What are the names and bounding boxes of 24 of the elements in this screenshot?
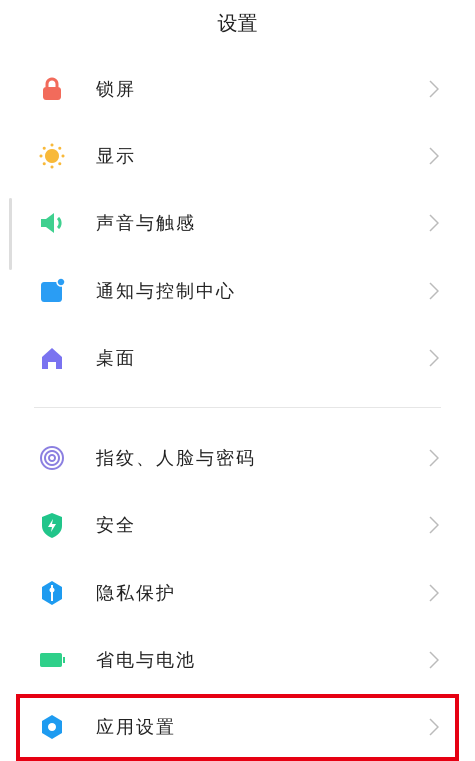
settings-item[interactable]: 桌面 — [16, 324, 459, 392]
settings-item[interactable]: 隐私保护 — [16, 559, 459, 626]
settings-item[interactable]: 锁屏 — [16, 55, 459, 122]
page-title: 设置 — [216, 10, 258, 37]
settings-item[interactable]: 指纹、人脸与密码 — [16, 424, 459, 492]
settings-item[interactable]: 显示 — [16, 122, 459, 190]
chevron-icon — [429, 282, 439, 300]
settings-item[interactable]: 省电与电池 — [16, 626, 459, 694]
settings-item[interactable]: 安全 — [16, 492, 459, 560]
settings-item[interactable]: 通知与控制中心 — [16, 256, 459, 324]
settings-item[interactable]: 应用设置 — [16, 694, 459, 761]
chevron-icon — [429, 146, 439, 165]
scroll-indicator — [9, 198, 12, 270]
settings-item[interactable]: 声音与触感 — [16, 190, 459, 257]
chevron-icon — [429, 651, 439, 669]
chevron-icon — [429, 718, 439, 736]
chevron-icon — [429, 584, 439, 602]
chevron-icon — [429, 214, 439, 232]
chevron-icon — [429, 80, 439, 98]
notification-icon — [38, 276, 66, 305]
chevron-icon — [429, 516, 439, 534]
chevron-icon — [429, 449, 439, 468]
sun-icon — [38, 142, 66, 170]
chevron-icon — [429, 348, 439, 367]
